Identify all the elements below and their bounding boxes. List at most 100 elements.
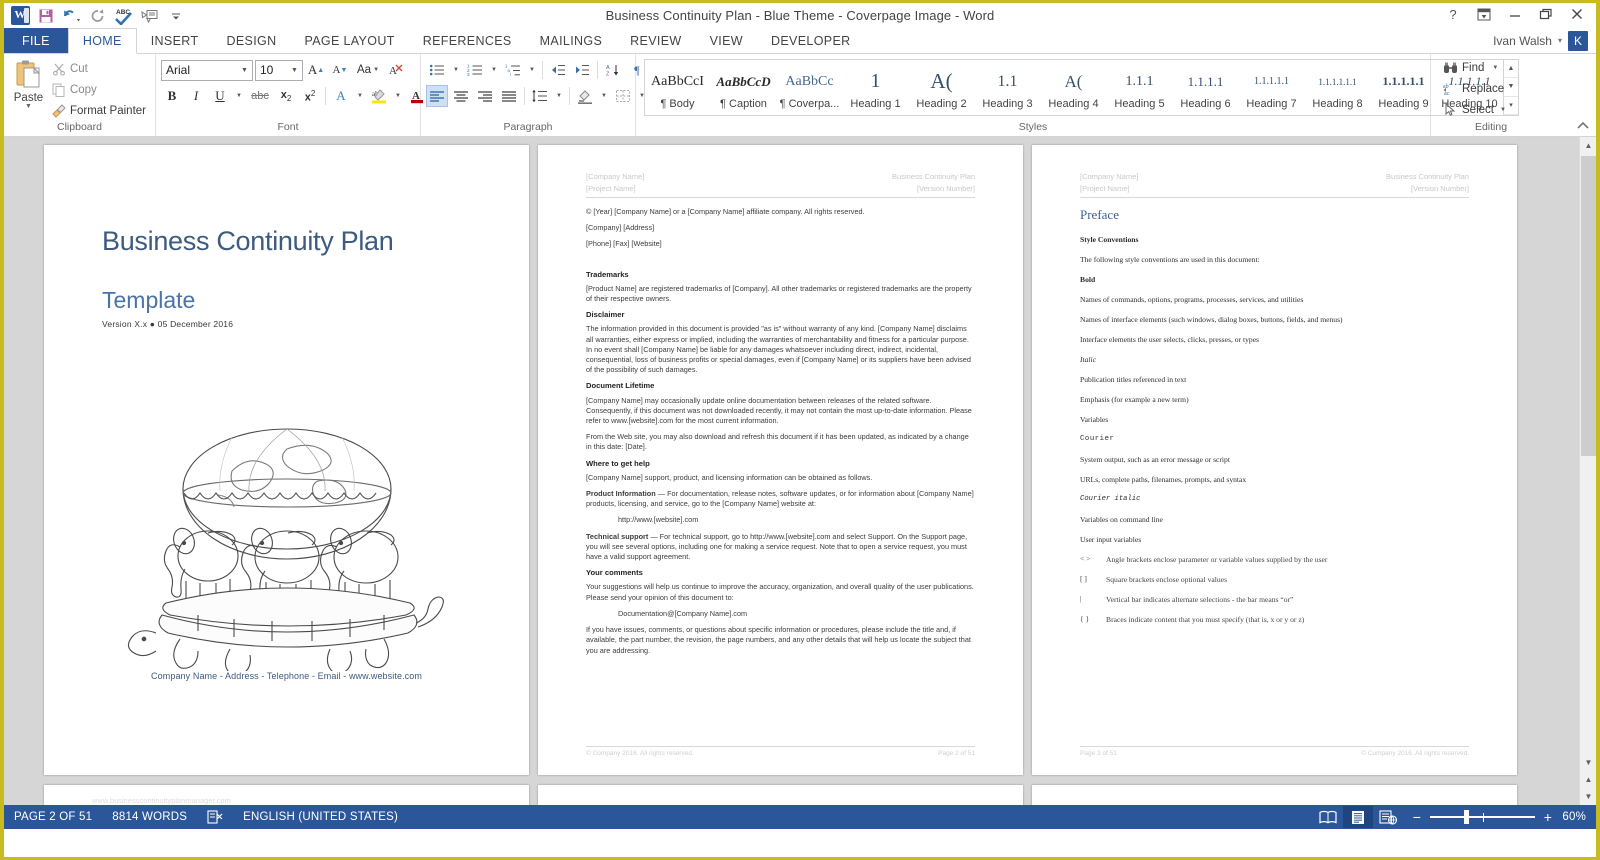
spelling-grammar-icon[interactable]: ABC bbox=[112, 5, 136, 27]
styles-gallery[interactable]: AaBbCcI ¶ Body AaBbCcD ¶ Caption AaBbCc … bbox=[644, 59, 1519, 116]
style-heading-5[interactable]: 1.1.1 Heading 5 bbox=[1107, 60, 1173, 115]
superscript-button[interactable]: x2 bbox=[299, 85, 321, 107]
help-icon[interactable]: ? bbox=[1438, 3, 1468, 25]
font-name-dropdown-icon[interactable]: ▼ bbox=[237, 61, 252, 80]
clear-formatting-button[interactable]: A bbox=[385, 59, 407, 81]
format-painter-button[interactable]: Format Painter bbox=[48, 101, 150, 120]
next-page-icon[interactable]: ▼ bbox=[1580, 788, 1596, 805]
tab-developer[interactable]: DEVELOPER bbox=[757, 28, 865, 53]
read-mode-icon[interactable] bbox=[1313, 806, 1343, 828]
zoom-out-button[interactable]: − bbox=[1411, 812, 1423, 822]
bullets-dropdown-icon[interactable]: ▼ bbox=[450, 59, 462, 81]
scroll-up-icon[interactable]: ▲ bbox=[1580, 137, 1596, 154]
vertical-scrollbar[interactable]: ▲ ▼ ▲ ▼ bbox=[1579, 137, 1596, 805]
change-case-button[interactable]: Aa▼ bbox=[353, 59, 383, 81]
paste-button[interactable]: Paste ▼ bbox=[9, 57, 48, 110]
replace-button[interactable]: abac Replace bbox=[1439, 79, 1508, 98]
find-button[interactable]: Find ▼ bbox=[1439, 58, 1502, 77]
style-heading-4[interactable]: A( Heading 4 bbox=[1041, 60, 1107, 115]
tab-page-layout[interactable]: PAGE LAYOUT bbox=[290, 28, 408, 53]
highlight-dropdown-icon[interactable]: ▼ bbox=[392, 85, 404, 107]
find-dropdown-icon[interactable]: ▼ bbox=[1492, 65, 1498, 71]
line-spacing-dropdown-icon[interactable]: ▼ bbox=[553, 85, 565, 107]
document-page-5[interactable]: [Company Name]Business Continuity Plan bbox=[538, 785, 1023, 805]
subscript-button[interactable]: x2 bbox=[275, 85, 297, 107]
align-left-button[interactable] bbox=[426, 85, 448, 107]
italic-button[interactable]: I bbox=[185, 85, 207, 107]
text-effects-dropdown-icon[interactable]: ▼ bbox=[354, 85, 366, 107]
paste-dropdown-icon[interactable]: ▼ bbox=[25, 104, 32, 110]
scrollbar-thumb[interactable] bbox=[1581, 156, 1596, 456]
style-coverpage[interactable]: AaBbCc ¶ Coverpa... bbox=[777, 60, 843, 115]
style-heading-1[interactable]: 1 Heading 1 bbox=[843, 60, 909, 115]
tab-view[interactable]: VIEW bbox=[696, 28, 757, 53]
text-effects-button[interactable]: A bbox=[330, 85, 352, 107]
page-indicator[interactable]: PAGE 2 OF 51 bbox=[4, 805, 102, 829]
minimize-icon[interactable] bbox=[1500, 3, 1530, 25]
decrease-indent-button[interactable] bbox=[547, 59, 569, 81]
tab-insert[interactable]: INSERT bbox=[137, 28, 213, 53]
underline-button[interactable]: U bbox=[209, 85, 231, 107]
scroll-down-icon[interactable]: ▼ bbox=[1580, 754, 1596, 771]
document-page-3[interactable]: [Company Name]Business Continuity Plan [… bbox=[1032, 145, 1517, 775]
restore-icon[interactable] bbox=[1531, 3, 1561, 25]
line-spacing-button[interactable] bbox=[529, 85, 551, 107]
tab-design[interactable]: DESIGN bbox=[212, 28, 290, 53]
style-heading-7[interactable]: 1.1.1.1.1 Heading 7 bbox=[1239, 60, 1305, 115]
document-page-2[interactable]: [Company Name]Business Continuity Plan [… bbox=[538, 145, 1023, 775]
style-heading-8[interactable]: 1.1.1.1.1.1 Heading 8 bbox=[1305, 60, 1371, 115]
style-heading-9[interactable]: 1.1.1.1.1 Heading 9 bbox=[1371, 60, 1437, 115]
justify-button[interactable] bbox=[498, 85, 520, 107]
tab-mailings[interactable]: MAILINGS bbox=[526, 28, 617, 53]
numbering-dropdown-icon[interactable]: ▼ bbox=[488, 59, 500, 81]
document-page-4[interactable]: www.bu­sinesscontinuityplanmanager.com [… bbox=[44, 785, 529, 805]
zoom-level[interactable]: 60% bbox=[1562, 811, 1596, 823]
zoom-in-button[interactable]: + bbox=[1542, 812, 1554, 822]
page-2-content[interactable]: © [Year] [Company Name] or a [Company Na… bbox=[586, 207, 975, 735]
web-layout-icon[interactable] bbox=[1373, 806, 1403, 828]
proofing-errors-icon[interactable] bbox=[197, 805, 233, 829]
chevron-down-icon[interactable]: ▾ bbox=[1558, 36, 1562, 45]
multilevel-list-button[interactable]: 1ai bbox=[502, 59, 524, 81]
shading-button[interactable] bbox=[574, 85, 596, 107]
bullets-button[interactable] bbox=[426, 59, 448, 81]
collapse-ribbon-icon[interactable] bbox=[1576, 120, 1590, 134]
undo-icon[interactable] bbox=[60, 5, 84, 27]
select-button[interactable]: Select ▼ bbox=[1439, 100, 1510, 119]
ribbon-display-options-icon[interactable] bbox=[1469, 3, 1499, 25]
document-page-cover[interactable]: Business Continuity Plan Template Versio… bbox=[44, 145, 529, 775]
tab-home[interactable]: HOME bbox=[68, 28, 137, 54]
page-3-content[interactable]: Preface Style Conventions The following … bbox=[1080, 207, 1469, 735]
font-size-dropdown-icon[interactable]: ▼ bbox=[287, 61, 302, 80]
font-size-input[interactable]: 10 ▼ bbox=[255, 60, 303, 81]
text-highlight-button[interactable]: ab bbox=[368, 85, 390, 107]
cut-button[interactable]: Cut bbox=[48, 59, 150, 78]
word-count[interactable]: 8814 WORDS bbox=[102, 805, 197, 829]
multilevel-dropdown-icon[interactable]: ▼ bbox=[526, 59, 538, 81]
copy-button[interactable]: Copy bbox=[48, 80, 150, 99]
align-center-button[interactable] bbox=[450, 85, 472, 107]
close-icon[interactable] bbox=[1562, 3, 1592, 25]
customize-quick-access-toolbar-icon[interactable] bbox=[164, 5, 188, 27]
save-icon[interactable] bbox=[34, 5, 58, 27]
new-comment-icon[interactable] bbox=[138, 5, 162, 27]
grow-font-button[interactable]: A▲ bbox=[305, 59, 327, 81]
bold-button[interactable]: B bbox=[161, 85, 183, 107]
style-heading-2[interactable]: A( Heading 2 bbox=[909, 60, 975, 115]
select-dropdown-icon[interactable]: ▼ bbox=[1500, 107, 1506, 113]
tab-file[interactable]: FILE bbox=[4, 28, 68, 53]
borders-button[interactable] bbox=[612, 85, 634, 107]
shading-dropdown-icon[interactable]: ▼ bbox=[598, 85, 610, 107]
zoom-control[interactable]: − + bbox=[1403, 810, 1562, 824]
increase-indent-button[interactable] bbox=[571, 59, 593, 81]
strikethrough-button[interactable]: abc bbox=[247, 85, 273, 107]
word-logo-icon[interactable]: W bbox=[8, 5, 32, 27]
account-area[interactable]: Ivan Walsh ▾ K bbox=[1493, 28, 1596, 53]
numbering-button[interactable]: 123 bbox=[464, 59, 486, 81]
zoom-slider-thumb[interactable] bbox=[1464, 810, 1469, 824]
language-indicator[interactable]: ENGLISH (UNITED STATES) bbox=[233, 805, 408, 829]
align-right-button[interactable] bbox=[474, 85, 496, 107]
print-layout-icon[interactable] bbox=[1343, 806, 1373, 828]
tab-references[interactable]: REFERENCES bbox=[409, 28, 526, 53]
zoom-slider[interactable] bbox=[1430, 810, 1535, 824]
